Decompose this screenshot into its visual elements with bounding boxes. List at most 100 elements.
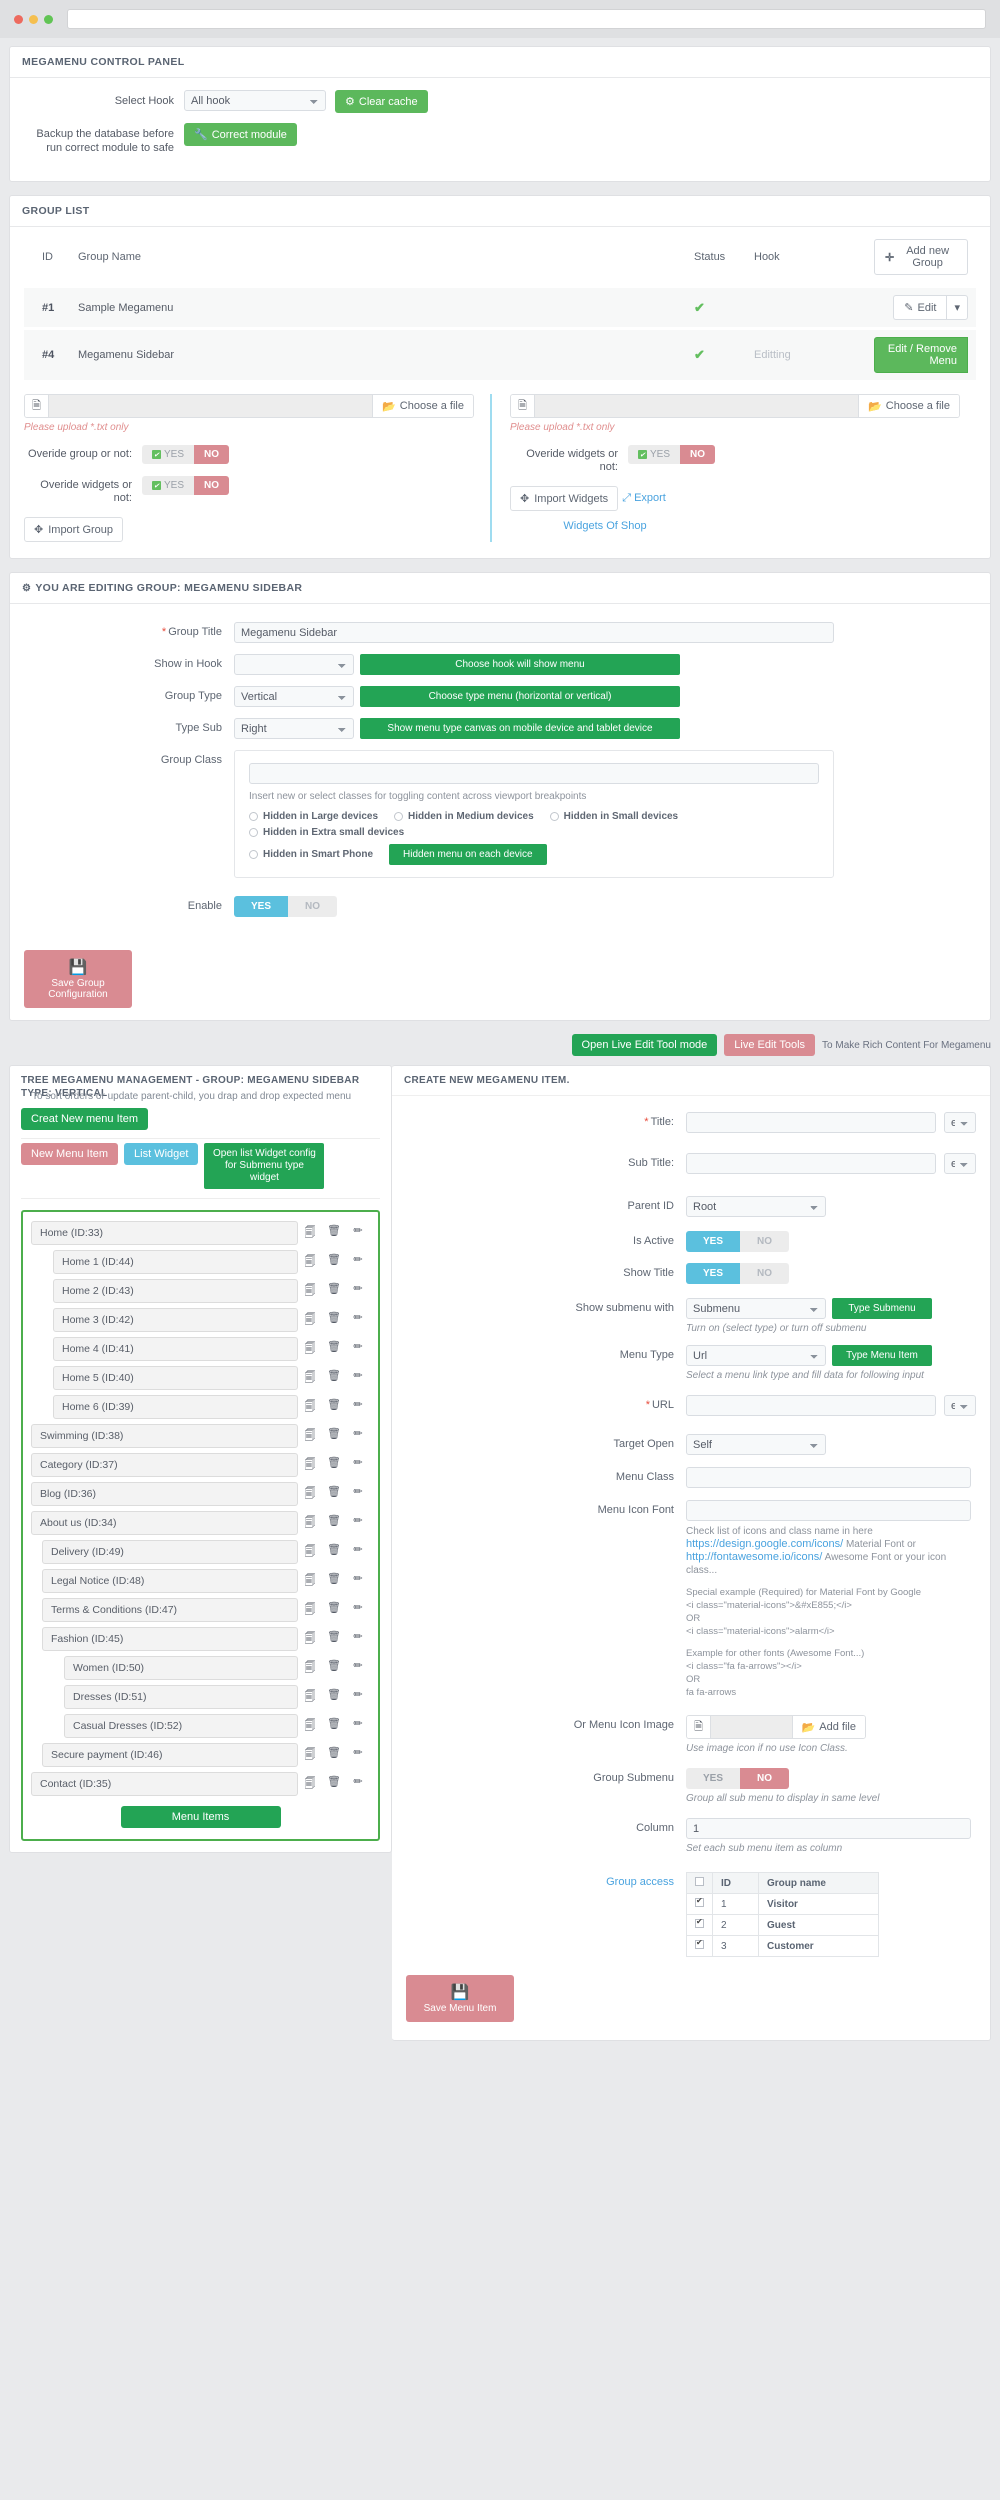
delete-icon[interactable]: 🗑 bbox=[322, 1369, 346, 1388]
radio-hidden-small[interactable]: Hidden in Small devices bbox=[549, 811, 678, 822]
delete-icon[interactable]: 🗑 bbox=[322, 1717, 346, 1736]
edit-remove-menu-button[interactable]: Edit / Remove Menu bbox=[874, 337, 968, 373]
table-row[interactable]: 3 Customer bbox=[686, 1935, 879, 1957]
copy-icon[interactable]: 🗐 bbox=[298, 1427, 322, 1446]
enable-yes[interactable]: YES bbox=[234, 896, 289, 917]
table-row[interactable]: #1 Sample Megamenu ✔ ✎ Edit ▾ bbox=[24, 285, 976, 329]
copy-icon[interactable]: 🗐 bbox=[298, 1572, 322, 1591]
create-new-menu-item-button[interactable]: Creat New menu Item bbox=[21, 1108, 148, 1130]
new-menu-item-button[interactable]: New Menu Item bbox=[21, 1143, 119, 1165]
edit-icon[interactable]: ✏ bbox=[346, 1775, 370, 1794]
correct-module-button[interactable]: 🔧 Correct module bbox=[184, 123, 297, 146]
delete-icon[interactable]: 🗑 bbox=[322, 1427, 346, 1446]
delete-icon[interactable]: 🗑 bbox=[322, 1282, 346, 1301]
list-item[interactable]: Home 6 (ID:39) 🗐 🗑 ✏ bbox=[31, 1395, 370, 1419]
material-icons-link[interactable]: https://design.google.com/icons/ bbox=[686, 1538, 843, 1550]
override-widgets-toggle[interactable]: ✔ YES NO bbox=[142, 476, 230, 495]
type-sub-select[interactable]: Right bbox=[234, 718, 354, 739]
show-title-yes[interactable]: YES bbox=[686, 1263, 741, 1284]
group-title-input[interactable] bbox=[234, 622, 834, 643]
list-item[interactable]: Swimming (ID:38) 🗐 🗑 ✏ bbox=[31, 1424, 370, 1448]
menu-items-button[interactable]: Menu Items bbox=[120, 1806, 281, 1828]
delete-icon[interactable]: 🗑 bbox=[322, 1456, 346, 1475]
list-item[interactable]: Women (ID:50) 🗐 🗑 ✏ bbox=[31, 1656, 370, 1680]
list-item[interactable]: Home 5 (ID:40) 🗐 🗑 ✏ bbox=[31, 1366, 370, 1390]
edit-icon[interactable]: ✏ bbox=[346, 1543, 370, 1562]
title-language-select[interactable]: en bbox=[944, 1112, 976, 1133]
edit-icon[interactable]: ✏ bbox=[346, 1369, 370, 1388]
delete-icon[interactable]: 🗑 bbox=[322, 1485, 346, 1504]
copy-icon[interactable]: 🗐 bbox=[298, 1630, 322, 1649]
override-widgets-no-right[interactable]: NO bbox=[680, 445, 716, 464]
copy-icon[interactable]: 🗐 bbox=[298, 1311, 322, 1330]
delete-icon[interactable]: 🗑 bbox=[322, 1514, 346, 1533]
icon-image-file-input[interactable]: 🗎 📂 Add file bbox=[686, 1715, 866, 1739]
radio-hidden-medium[interactable]: Hidden in Medium devices bbox=[394, 811, 534, 822]
copy-icon[interactable]: 🗐 bbox=[298, 1601, 322, 1620]
minimize-window-button[interactable] bbox=[29, 14, 38, 24]
edit-icon[interactable]: ✏ bbox=[346, 1485, 370, 1504]
delete-icon[interactable]: 🗑 bbox=[322, 1659, 346, 1678]
show-title-toggle[interactable]: YES NO bbox=[686, 1263, 790, 1284]
enable-toggle[interactable]: YES NO bbox=[234, 896, 338, 917]
edit-remove-split-button[interactable]: Edit / Remove Menu bbox=[874, 337, 968, 373]
import-group-button[interactable]: ✥ Import Group bbox=[24, 517, 124, 542]
delete-icon[interactable]: 🗑 bbox=[322, 1746, 346, 1765]
list-item[interactable]: Contact (ID:35) 🗐 🗑 ✏ bbox=[31, 1772, 370, 1796]
edit-icon[interactable]: ✏ bbox=[346, 1688, 370, 1707]
override-widgets-yes-right[interactable]: ✔ YES bbox=[628, 445, 681, 464]
widgets-of-shop-link[interactable]: Widgets Of Shop bbox=[563, 520, 646, 532]
export-link[interactable]: ⤢ Export bbox=[622, 492, 666, 505]
list-item[interactable]: Terms & Conditions (ID:47) 🗐 🗑 ✏ bbox=[31, 1598, 370, 1622]
list-item[interactable]: Secure payment (ID:46) 🗐 🗑 ✏ bbox=[31, 1743, 370, 1767]
edit-icon[interactable]: ✏ bbox=[346, 1659, 370, 1678]
override-widgets-toggle-right[interactable]: ✔ YES NO bbox=[628, 445, 716, 464]
delete-icon[interactable]: 🗑 bbox=[322, 1601, 346, 1620]
clear-cache-button[interactable]: ⚙ Clear cache bbox=[335, 90, 428, 113]
edit-icon[interactable]: ✏ bbox=[346, 1398, 370, 1417]
delete-icon[interactable]: 🗑 bbox=[322, 1572, 346, 1591]
edit-icon[interactable]: ✏ bbox=[346, 1311, 370, 1330]
copy-icon[interactable]: 🗐 bbox=[298, 1340, 322, 1359]
edit-icon[interactable]: ✏ bbox=[346, 1456, 370, 1475]
enable-no[interactable]: NO bbox=[288, 896, 338, 917]
edit-dropdown-toggle[interactable]: ▾ bbox=[946, 295, 968, 320]
row-checkbox[interactable] bbox=[695, 1896, 704, 1907]
list-item[interactable]: Blog (ID:36) 🗐 🗑 ✏ bbox=[31, 1482, 370, 1506]
list-item[interactable]: Fashion (ID:45) 🗐 🗑 ✏ bbox=[31, 1627, 370, 1651]
delete-icon[interactable]: 🗑 bbox=[322, 1311, 346, 1330]
url-input[interactable] bbox=[686, 1395, 936, 1416]
list-item[interactable]: Home 2 (ID:43) 🗐 🗑 ✏ bbox=[31, 1279, 370, 1303]
edit-split-button[interactable]: ✎ Edit ▾ bbox=[893, 295, 968, 320]
menu-icon-font-input[interactable] bbox=[686, 1500, 971, 1521]
delete-icon[interactable]: 🗑 bbox=[322, 1398, 346, 1417]
save-group-configuration-button[interactable]: 💾 Save Group Configuration bbox=[24, 950, 132, 1008]
edit-icon[interactable]: ✏ bbox=[346, 1340, 370, 1359]
copy-icon[interactable]: 🗐 bbox=[298, 1543, 322, 1562]
copy-icon[interactable]: 🗐 bbox=[298, 1746, 322, 1765]
row-checkbox[interactable] bbox=[695, 1938, 704, 1949]
copy-icon[interactable]: 🗐 bbox=[298, 1369, 322, 1388]
copy-icon[interactable]: 🗐 bbox=[298, 1485, 322, 1504]
list-widget-button[interactable]: List Widget bbox=[124, 1143, 199, 1165]
list-item[interactable]: Category (ID:37) 🗐 🗑 ✏ bbox=[31, 1453, 370, 1477]
copy-icon[interactable]: 🗐 bbox=[298, 1688, 322, 1707]
choose-a-file-button[interactable]: 📂 Choose a file bbox=[372, 395, 473, 417]
parent-id-select[interactable]: Root bbox=[686, 1196, 826, 1217]
edit-icon[interactable]: ✏ bbox=[346, 1253, 370, 1272]
add-file-button[interactable]: 📂 Add file bbox=[791, 1716, 865, 1738]
edit-icon[interactable]: ✏ bbox=[346, 1282, 370, 1301]
live-edit-tools-button[interactable]: Live Edit Tools bbox=[724, 1034, 816, 1056]
copy-icon[interactable]: 🗐 bbox=[298, 1775, 322, 1794]
is-active-no[interactable]: NO bbox=[740, 1231, 790, 1252]
copy-icon[interactable]: 🗐 bbox=[298, 1253, 322, 1272]
list-item[interactable]: Casual Dresses (ID:52) 🗐 🗑 ✏ bbox=[31, 1714, 370, 1738]
edit-icon[interactable]: ✏ bbox=[346, 1224, 370, 1243]
edit-icon[interactable]: ✏ bbox=[346, 1572, 370, 1591]
delete-icon[interactable]: 🗑 bbox=[322, 1224, 346, 1243]
edit-icon[interactable]: ✏ bbox=[346, 1717, 370, 1736]
group-type-select[interactable]: Vertical bbox=[234, 686, 354, 707]
add-new-group-button[interactable]: ✛ Add new Group bbox=[874, 239, 968, 275]
copy-icon[interactable]: 🗐 bbox=[298, 1398, 322, 1417]
delete-icon[interactable]: 🗑 bbox=[322, 1775, 346, 1794]
